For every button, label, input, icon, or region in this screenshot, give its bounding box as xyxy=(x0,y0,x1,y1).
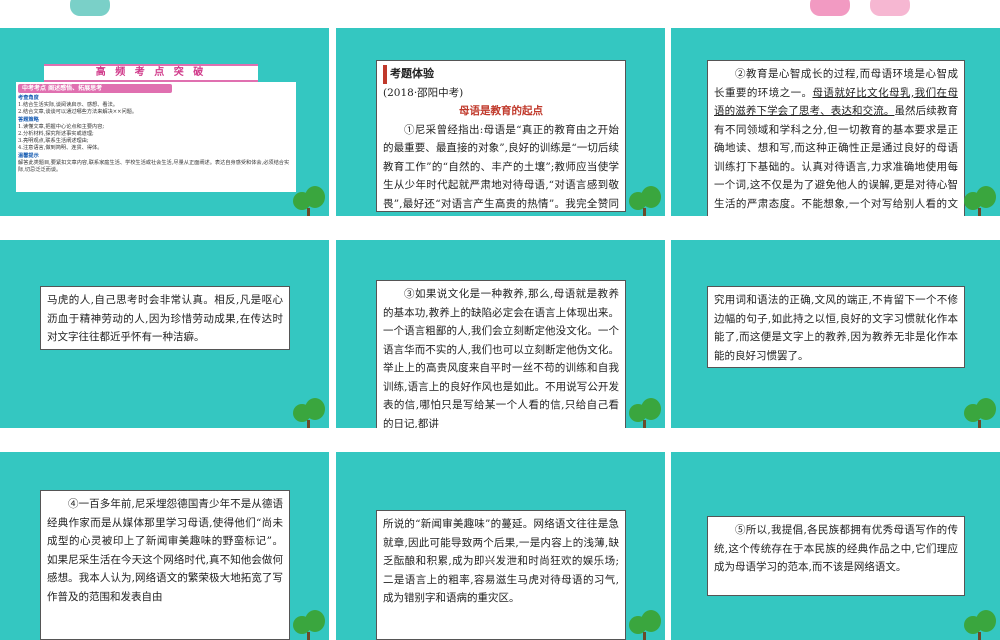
paragraph-4: ④一百多年前,尼采埋怨德国青少年不是从德语经典作家而是从媒体那里学习母语,使得他… xyxy=(47,498,283,603)
strategy-item: 4.注意语言,做到简明、连贯、得体。 xyxy=(18,145,103,152)
topic-card: 中考考点 阐述感悟、拓展思考 考查角度 1.结合生活实际,谈阅读启示、感想、看法… xyxy=(16,82,296,192)
tree-icon xyxy=(289,396,327,428)
paragraph-3: ③如果说文化是一种教养,那么,母语就是教养的基本功,教养上的缺陷必定会在语言上体… xyxy=(383,288,619,428)
decoration-icon xyxy=(70,0,110,16)
tree-icon xyxy=(960,396,998,428)
top-strip xyxy=(0,0,1000,26)
strategy-label: 答题策略 xyxy=(18,116,39,123)
strategy-item: 1.读懂文章,把握中心论点和主要内容; xyxy=(18,123,105,130)
tree-icon xyxy=(960,608,998,640)
slide-4[interactable]: 马虎的人,自己思考时会非常认真。相反,凡是呕心沥血于精神劳动的人,因为珍惜劳动成… xyxy=(0,240,329,428)
tree-icon xyxy=(625,184,663,216)
article-title: 母语是教育的起点 xyxy=(459,105,543,117)
paragraph-4-box: ④一百多年前,尼采埋怨德国青少年不是从德语经典作家而是从媒体那里学习母语,使得他… xyxy=(40,490,290,640)
paragraph-2-c: 虽然后续教育有不同领域和学科之分,但一切教育的基本要求是正确地读、想和写,而这种… xyxy=(714,105,959,210)
paragraph-1: ①尼采曾经指出:母语是“真正的教育由之开始的最重要、最直接的对象”,良好的训练是… xyxy=(383,123,619,210)
paragraph-4-cont-box: 所说的“新闻审美趣味”的蔓延。网络语文往往是急就章,因此可能导致两个后果,一是内… xyxy=(376,510,626,640)
slide-6[interactable]: 究用词和语法的正确,文风的端正,不肯留下一个不修边幅的句子,如此持之以恒,良好的… xyxy=(671,240,1000,428)
paragraph-5-box: ⑤所以,我提倡,各民族都拥有优秀母语写作的传统,这个传统存在于本民族的经典作品之… xyxy=(707,516,965,596)
angle-item: 2.结合文章,谈谈可以通过哪些方法来解决××问题。 xyxy=(18,109,138,116)
slide-3[interactable]: ②教育是心智成长的过程,而母语环境是心智成长重要的环境之一。母语就好比文化母乳,… xyxy=(671,28,1000,216)
paragraph-3-box: ③如果说文化是一种教养,那么,母语就是教养的基本功,教养上的缺陷必定会在语言上体… xyxy=(376,280,626,428)
slide-8[interactable]: 所说的“新闻审美趣味”的蔓延。网络语文往往是急就章,因此可能导致两个后果,一是内… xyxy=(336,452,665,640)
paragraph-3-cont: 究用词和语法的正确,文风的端正,不肯留下一个不修边幅的句子,如此持之以恒,良好的… xyxy=(714,294,958,362)
section-title: 高 频 考 点 突 破 xyxy=(44,64,258,82)
tree-icon xyxy=(960,184,998,216)
tip-text: 解答此类题目,要紧扣文章内容,联系家庭生活、学校生活或社会生活,尽量从正面阐述。… xyxy=(18,159,290,174)
topic-banner: 中考考点 阐述感悟、拓展思考 xyxy=(18,84,172,93)
slide-7[interactable]: ④一百多年前,尼采埋怨德国青少年不是从德语经典作家而是从媒体那里学习母语,使得他… xyxy=(0,452,329,640)
slide-9[interactable]: ⑤所以,我提倡,各民族都拥有优秀母语写作的传统,这个传统存在于本民族的经典作品之… xyxy=(671,452,1000,640)
decoration-icon xyxy=(810,0,850,16)
paragraph-4-cont: 所说的“新闻审美趣味”的蔓延。网络语文往往是急就章,因此可能导致两个后果,一是内… xyxy=(383,518,619,604)
exam-box: 考题体验 (2018·邵阳中考) 母语是教育的起点 ①尼采曾经指出:母语是“真正… xyxy=(376,60,626,212)
slide-2[interactable]: 考题体验 (2018·邵阳中考) 母语是教育的起点 ①尼采曾经指出:母语是“真正… xyxy=(336,28,665,216)
decoration-icon xyxy=(870,0,910,16)
paragraph-2-cont-box: 马虎的人,自己思考时会非常认真。相反,凡是呕心沥血于精神劳动的人,因为珍惜劳动成… xyxy=(40,286,290,350)
tree-icon xyxy=(625,396,663,428)
exam-source: (2018·邵阳中考) xyxy=(383,86,464,99)
paragraph-2-box: ②教育是心智成长的过程,而母语环境是心智成长重要的环境之一。母语就好比文化母乳,… xyxy=(707,60,965,216)
slide-5[interactable]: ③如果说文化是一种教养,那么,母语就是教养的基本功,教养上的缺陷必定会在语言上体… xyxy=(336,240,665,428)
exam-label: 考题体验 xyxy=(383,65,619,84)
tree-icon xyxy=(625,608,663,640)
paragraph-2-cont: 马虎的人,自己思考时会非常认真。相反,凡是呕心沥血于精神劳动的人,因为珍惜劳动成… xyxy=(47,294,283,343)
tip-label: 温馨提示 xyxy=(18,152,39,159)
paragraph-5: ⑤所以,我提倡,各民族都拥有优秀母语写作的传统,这个传统存在于本民族的经典作品之… xyxy=(714,524,958,573)
tree-icon xyxy=(289,608,327,640)
paragraph-3-cont-box: 究用词和语法的正确,文风的端正,不肯留下一个不修边幅的句子,如此持之以恒,良好的… xyxy=(707,286,965,368)
